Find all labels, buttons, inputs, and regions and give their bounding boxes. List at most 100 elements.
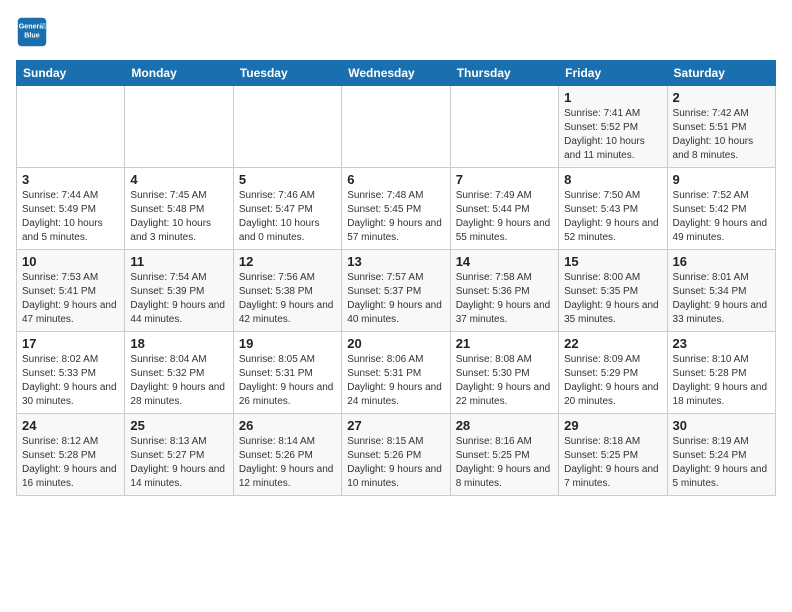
- calendar-cell: 1 Sunrise: 7:41 AM Sunset: 5:52 PM Daylig…: [559, 86, 667, 168]
- calendar-cell: 12 Sunrise: 7:56 AM Sunset: 5:38 PM Dayli…: [233, 250, 341, 332]
- day-number: 28: [456, 418, 553, 433]
- calendar-cell: 6 Sunrise: 7:48 AM Sunset: 5:45 PM Daylig…: [342, 168, 450, 250]
- calendar-cell: 16 Sunrise: 8:01 AM Sunset: 5:34 PM Dayli…: [667, 250, 775, 332]
- day-number: 23: [673, 336, 770, 351]
- day-number: 13: [347, 254, 444, 269]
- day-number: 5: [239, 172, 336, 187]
- day-info: Sunrise: 8:12 AM Sunset: 5:28 PM Dayligh…: [22, 435, 119, 491]
- day-number: 30: [673, 418, 770, 433]
- day-info: Sunrise: 8:19 AM Sunset: 5:24 PM Dayligh…: [673, 435, 770, 491]
- calendar-cell: 8 Sunrise: 7:50 AM Sunset: 5:43 PM Daylig…: [559, 168, 667, 250]
- day-number: 14: [456, 254, 553, 269]
- day-info: Sunrise: 7:50 AM Sunset: 5:43 PM Dayligh…: [564, 189, 661, 245]
- calendar-cell: 22 Sunrise: 8:09 AM Sunset: 5:29 PM Dayli…: [559, 332, 667, 414]
- weekday-header: Wednesday: [342, 61, 450, 86]
- weekday-header: Friday: [559, 61, 667, 86]
- calendar-cell: [233, 86, 341, 168]
- day-info: Sunrise: 7:52 AM Sunset: 5:42 PM Dayligh…: [673, 189, 770, 245]
- weekday-header: Saturday: [667, 61, 775, 86]
- day-info: Sunrise: 8:10 AM Sunset: 5:28 PM Dayligh…: [673, 353, 770, 409]
- calendar-cell: 19 Sunrise: 8:05 AM Sunset: 5:31 PM Dayli…: [233, 332, 341, 414]
- day-number: 16: [673, 254, 770, 269]
- day-info: Sunrise: 8:08 AM Sunset: 5:30 PM Dayligh…: [456, 353, 553, 409]
- day-info: Sunrise: 7:49 AM Sunset: 5:44 PM Dayligh…: [456, 189, 553, 245]
- calendar-cell: 5 Sunrise: 7:46 AM Sunset: 5:47 PM Daylig…: [233, 168, 341, 250]
- calendar-cell: 9 Sunrise: 7:52 AM Sunset: 5:42 PM Daylig…: [667, 168, 775, 250]
- day-info: Sunrise: 8:09 AM Sunset: 5:29 PM Dayligh…: [564, 353, 661, 409]
- day-info: Sunrise: 8:06 AM Sunset: 5:31 PM Dayligh…: [347, 353, 444, 409]
- day-number: 24: [22, 418, 119, 433]
- weekday-header: Monday: [125, 61, 233, 86]
- calendar-cell: [450, 86, 558, 168]
- day-info: Sunrise: 7:46 AM Sunset: 5:47 PM Dayligh…: [239, 189, 336, 245]
- svg-text:Blue: Blue: [24, 31, 39, 39]
- calendar-cell: 7 Sunrise: 7:49 AM Sunset: 5:44 PM Daylig…: [450, 168, 558, 250]
- calendar-cell: 20 Sunrise: 8:06 AM Sunset: 5:31 PM Dayli…: [342, 332, 450, 414]
- day-number: 9: [673, 172, 770, 187]
- day-number: 25: [130, 418, 227, 433]
- day-number: 1: [564, 90, 661, 105]
- calendar-cell: 17 Sunrise: 8:02 AM Sunset: 5:33 PM Dayli…: [17, 332, 125, 414]
- day-info: Sunrise: 7:48 AM Sunset: 5:45 PM Dayligh…: [347, 189, 444, 245]
- day-number: 17: [22, 336, 119, 351]
- day-info: Sunrise: 8:13 AM Sunset: 5:27 PM Dayligh…: [130, 435, 227, 491]
- day-number: 26: [239, 418, 336, 433]
- day-info: Sunrise: 7:41 AM Sunset: 5:52 PM Dayligh…: [564, 107, 661, 163]
- weekday-header: Tuesday: [233, 61, 341, 86]
- day-info: Sunrise: 8:00 AM Sunset: 5:35 PM Dayligh…: [564, 271, 661, 327]
- day-info: Sunrise: 8:01 AM Sunset: 5:34 PM Dayligh…: [673, 271, 770, 327]
- calendar-cell: 30 Sunrise: 8:19 AM Sunset: 5:24 PM Dayli…: [667, 414, 775, 496]
- calendar-week-row: 10 Sunrise: 7:53 AM Sunset: 5:41 PM Dayli…: [17, 250, 776, 332]
- logo: General Blue: [16, 16, 52, 48]
- calendar-week-row: 24 Sunrise: 8:12 AM Sunset: 5:28 PM Dayli…: [17, 414, 776, 496]
- page-header: General Blue: [16, 16, 776, 48]
- day-info: Sunrise: 8:14 AM Sunset: 5:26 PM Dayligh…: [239, 435, 336, 491]
- calendar-cell: 10 Sunrise: 7:53 AM Sunset: 5:41 PM Dayli…: [17, 250, 125, 332]
- day-info: Sunrise: 8:15 AM Sunset: 5:26 PM Dayligh…: [347, 435, 444, 491]
- calendar-header-row: SundayMondayTuesdayWednesdayThursdayFrid…: [17, 61, 776, 86]
- day-number: 2: [673, 90, 770, 105]
- calendar-cell: 4 Sunrise: 7:45 AM Sunset: 5:48 PM Daylig…: [125, 168, 233, 250]
- day-info: Sunrise: 8:16 AM Sunset: 5:25 PM Dayligh…: [456, 435, 553, 491]
- calendar-cell: 27 Sunrise: 8:15 AM Sunset: 5:26 PM Dayli…: [342, 414, 450, 496]
- day-number: 10: [22, 254, 119, 269]
- day-info: Sunrise: 7:45 AM Sunset: 5:48 PM Dayligh…: [130, 189, 227, 245]
- day-number: 4: [130, 172, 227, 187]
- day-number: 22: [564, 336, 661, 351]
- calendar-cell: [125, 86, 233, 168]
- calendar-cell: 3Sunrise: 7:44 AM Sunset: 5:49 PM Daylig…: [17, 168, 125, 250]
- day-number: 20: [347, 336, 444, 351]
- day-number: 11: [130, 254, 227, 269]
- day-number: 7: [456, 172, 553, 187]
- day-info: Sunrise: 8:18 AM Sunset: 5:25 PM Dayligh…: [564, 435, 661, 491]
- day-number: 21: [456, 336, 553, 351]
- day-number: 19: [239, 336, 336, 351]
- day-number: 6: [347, 172, 444, 187]
- calendar-cell: 23 Sunrise: 8:10 AM Sunset: 5:28 PM Dayli…: [667, 332, 775, 414]
- day-number: 8: [564, 172, 661, 187]
- day-info: Sunrise: 8:04 AM Sunset: 5:32 PM Dayligh…: [130, 353, 227, 409]
- day-info: Sunrise: 7:56 AM Sunset: 5:38 PM Dayligh…: [239, 271, 336, 327]
- calendar-week-row: 3Sunrise: 7:44 AM Sunset: 5:49 PM Daylig…: [17, 168, 776, 250]
- day-info: Sunrise: 7:42 AM Sunset: 5:51 PM Dayligh…: [673, 107, 770, 163]
- calendar-cell: 24 Sunrise: 8:12 AM Sunset: 5:28 PM Dayli…: [17, 414, 125, 496]
- logo-icon: General Blue: [16, 16, 48, 48]
- day-number: 18: [130, 336, 227, 351]
- calendar-cell: 14 Sunrise: 7:58 AM Sunset: 5:36 PM Dayli…: [450, 250, 558, 332]
- day-info: Sunrise: 8:05 AM Sunset: 5:31 PM Dayligh…: [239, 353, 336, 409]
- day-number: 27: [347, 418, 444, 433]
- day-info: Sunrise: 7:44 AM Sunset: 5:49 PM Dayligh…: [22, 189, 119, 245]
- weekday-header: Thursday: [450, 61, 558, 86]
- calendar-table: SundayMondayTuesdayWednesdayThursdayFrid…: [16, 60, 776, 496]
- calendar-cell: 26 Sunrise: 8:14 AM Sunset: 5:26 PM Dayli…: [233, 414, 341, 496]
- calendar-cell: 29 Sunrise: 8:18 AM Sunset: 5:25 PM Dayli…: [559, 414, 667, 496]
- day-info: Sunrise: 7:58 AM Sunset: 5:36 PM Dayligh…: [456, 271, 553, 327]
- day-number: 12: [239, 254, 336, 269]
- day-info: Sunrise: 8:02 AM Sunset: 5:33 PM Dayligh…: [22, 353, 119, 409]
- day-info: Sunrise: 7:57 AM Sunset: 5:37 PM Dayligh…: [347, 271, 444, 327]
- day-info: Sunrise: 7:53 AM Sunset: 5:41 PM Dayligh…: [22, 271, 119, 327]
- day-number: 29: [564, 418, 661, 433]
- calendar-cell: [342, 86, 450, 168]
- calendar-cell: 15Sunrise: 8:00 AM Sunset: 5:35 PM Dayli…: [559, 250, 667, 332]
- weekday-header: Sunday: [17, 61, 125, 86]
